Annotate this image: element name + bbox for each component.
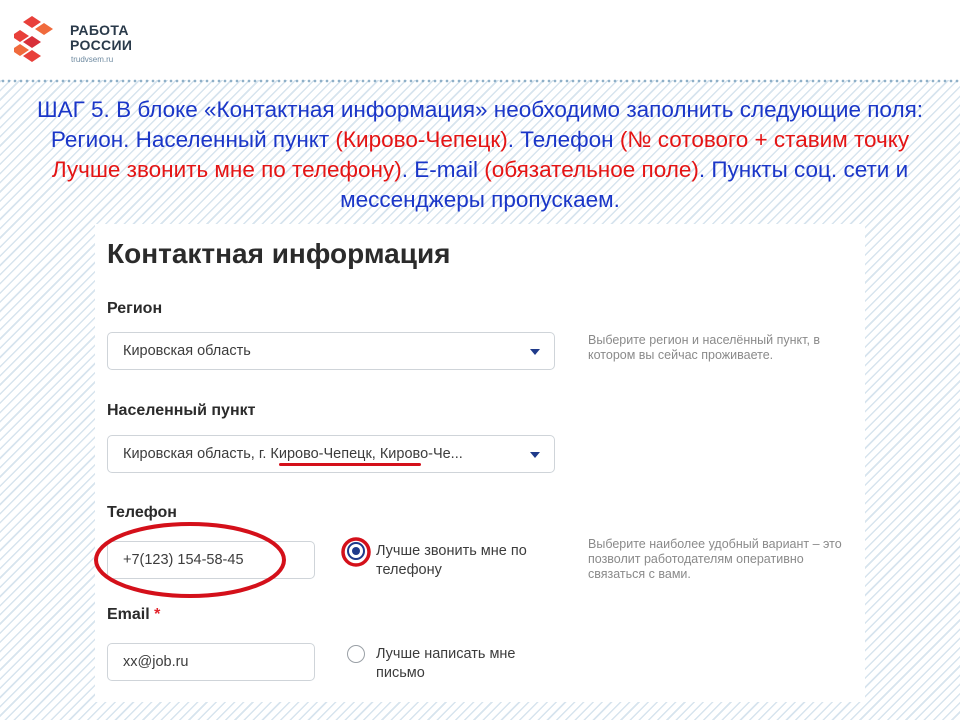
annotation-overlay bbox=[94, 522, 371, 598]
annotation-circle bbox=[341, 537, 371, 567]
annotation-ellipse bbox=[94, 522, 286, 598]
